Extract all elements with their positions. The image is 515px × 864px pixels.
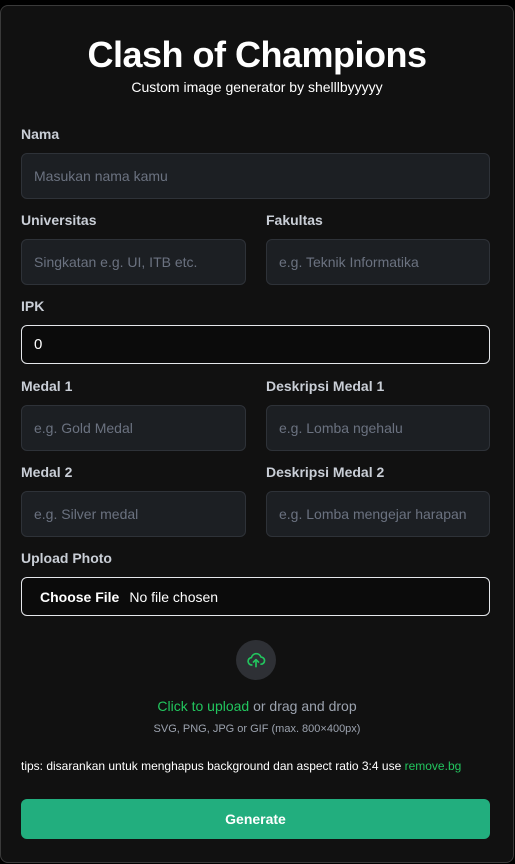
universitas-input[interactable] (21, 239, 246, 285)
remove-bg-link[interactable]: remove.bg (405, 759, 462, 773)
generate-button[interactable]: Generate (21, 799, 490, 839)
fakultas-input[interactable] (266, 239, 490, 285)
page-title: Clash of Champions (87, 34, 427, 75)
page-subtitle: Custom image generator by shelllbyyyyy (131, 79, 383, 95)
upload-formats: SVG, PNG, JPG or GIF (max. 800×400px) (153, 723, 361, 735)
nama-label: Nama (21, 126, 60, 142)
desc-medal1-input[interactable] (266, 405, 490, 451)
click-to-upload-link[interactable]: Click to upload (157, 698, 249, 714)
fakultas-label: Fakultas (266, 212, 323, 228)
ipk-input[interactable] (21, 325, 490, 364)
tips-body: tips: disarankan untuk menghapus backgro… (21, 759, 405, 773)
cloud-upload-icon (247, 652, 266, 668)
universitas-label: Universitas (21, 212, 97, 228)
medal2-input[interactable] (21, 491, 246, 537)
upload-dropzone-icon-wrap[interactable] (236, 640, 276, 680)
medal1-label: Medal 1 (21, 378, 73, 394)
choose-file-button[interactable]: Choose File (40, 589, 119, 605)
upload-photo-label: Upload Photo (21, 550, 112, 566)
file-input[interactable]: Choose File No file chosen (21, 577, 490, 616)
desc-medal2-label: Deskripsi Medal 2 (266, 464, 385, 480)
ipk-label: IPK (21, 298, 45, 314)
generator-card: Clash of Champions Custom image generato… (0, 5, 514, 863)
nama-input[interactable] (21, 153, 490, 199)
desc-medal2-input[interactable] (266, 491, 490, 537)
file-status: No file chosen (129, 588, 219, 605)
tips-text: tips: disarankan untuk menghapus backgro… (21, 759, 461, 773)
medal2-label: Medal 2 (21, 464, 73, 480)
upload-prompt: Click to upload or drag and drop (1, 698, 513, 714)
desc-medal1-label: Deskripsi Medal 1 (266, 378, 385, 394)
drag-drop-text: or drag and drop (249, 698, 357, 714)
medal1-input[interactable] (21, 405, 246, 451)
